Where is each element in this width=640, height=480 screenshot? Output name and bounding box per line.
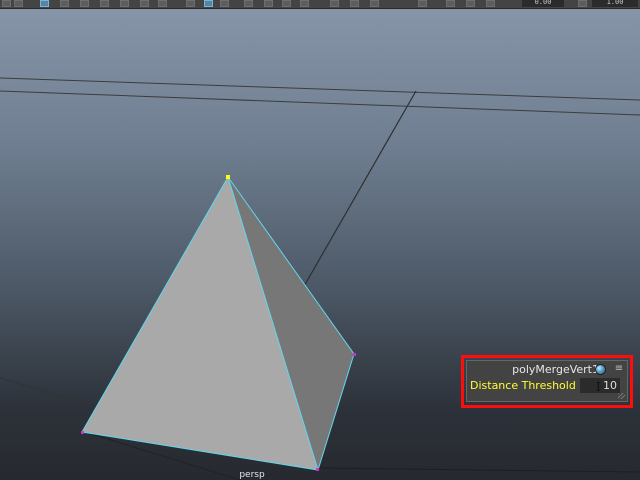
viewport-toolbar: 0.00 1.00 (0, 0, 640, 9)
camera-attributes-icon[interactable] (14, 0, 23, 7)
exposure-icon[interactable] (486, 0, 495, 7)
vertex[interactable] (353, 353, 356, 356)
grid-axis-line (302, 90, 417, 289)
depth-of-field-icon[interactable] (466, 0, 475, 7)
selected-vertex[interactable] (226, 175, 230, 179)
grid-line (0, 90, 640, 116)
textured-icon[interactable] (244, 0, 253, 7)
grid-line (317, 467, 640, 473)
motion-blur-icon[interactable] (418, 0, 427, 7)
hud-menu-icon[interactable]: ≡ (613, 361, 625, 376)
wireframe-icon[interactable] (186, 0, 195, 7)
resolution-gate-icon[interactable] (80, 0, 89, 7)
field-chart-icon[interactable] (120, 0, 129, 7)
grid-line (0, 377, 87, 405)
isolate-select-icon[interactable] (300, 0, 309, 7)
node-name-label: polyMergeVert1 (512, 363, 599, 376)
scene-canvas[interactable] (0, 0, 640, 480)
3d-viewport[interactable]: persp (0, 0, 640, 480)
exposure-field[interactable]: 0.00 (522, 0, 564, 7)
xray-joints-icon[interactable] (350, 0, 359, 7)
gamma-field[interactable]: 1.00 (592, 0, 638, 7)
grid-toggle-icon[interactable] (40, 0, 49, 7)
distance-threshold-label[interactable]: Distance Threshold (470, 378, 576, 393)
safe-action-icon[interactable] (140, 0, 149, 7)
lighting-icon[interactable] (264, 0, 273, 7)
ambient-occlusion-icon[interactable] (370, 0, 379, 7)
in-view-editor[interactable]: polyMergeVert1 ≡ Distance Threshold 10 I (466, 360, 628, 402)
vertex[interactable] (316, 468, 319, 471)
gamma-icon[interactable] (578, 0, 587, 7)
safe-title-icon[interactable] (158, 0, 167, 7)
wireframe-on-shaded-icon[interactable] (220, 0, 229, 7)
vertex[interactable] (81, 431, 84, 434)
film-gate-icon[interactable] (60, 0, 69, 7)
gate-mask-icon[interactable] (100, 0, 109, 7)
camera-name-label: persp (239, 470, 265, 480)
text-cursor-icon: I (596, 380, 601, 394)
grid-line (0, 77, 640, 101)
select-camera-icon[interactable] (2, 0, 11, 7)
smooth-shade-icon[interactable] (204, 0, 213, 7)
shadows-icon[interactable] (282, 0, 291, 7)
attribute-sphere-icon[interactable] (595, 364, 606, 375)
anti-aliasing-icon[interactable] (446, 0, 455, 7)
resize-handle-icon[interactable] (618, 393, 625, 399)
xray-icon[interactable] (330, 0, 339, 7)
